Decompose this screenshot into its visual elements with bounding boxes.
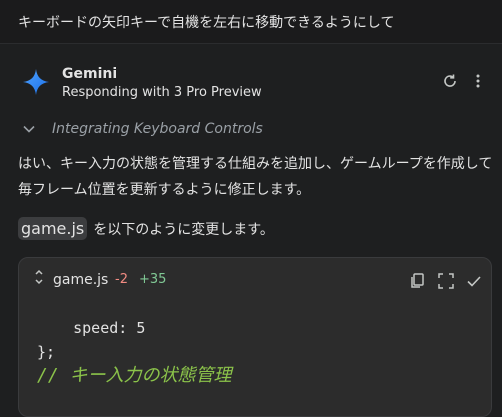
file-reference-line: game.js を以下のように変更します。 — [18, 217, 274, 240]
copy-icon[interactable] — [409, 272, 427, 290]
gemini-sparkle-icon — [23, 69, 49, 95]
additions-count: +35 — [139, 272, 167, 287]
code-block-header: game.js -2 +35 — [19, 258, 491, 306]
unfold-icon[interactable] — [33, 268, 45, 286]
code-block: game.js -2 +35 speed: 5}; // キー入力の状態管理 — [18, 257, 492, 417]
model-subtitle: Responding with 3 Pro Preview — [62, 85, 262, 100]
code-line: speed: 5 — [37, 319, 146, 337]
user-prompt-text: キーボードの矢印キーで自機を左右に移動できるようにして — [18, 14, 395, 31]
more-vert-icon — [476, 74, 480, 88]
file-suffix-text: を以下のように変更します。 — [93, 221, 274, 238]
code-filename: game.js — [53, 272, 109, 288]
chevron-down-icon — [23, 125, 35, 133]
thinking-label: Integrating Keyboard Controls — [52, 121, 263, 137]
response-header: Gemini Responding with 3 Pro Preview — [0, 62, 502, 104]
refresh-button[interactable] — [439, 70, 461, 92]
refresh-icon — [444, 74, 456, 87]
response-paragraph: はい、キー入力の状態を管理する仕組みを追加し、ゲームループを作成して毎フレーム位… — [18, 156, 493, 198]
code-line: }; — [37, 343, 56, 361]
code-comment-line: // キー入力の状態管理 — [37, 365, 232, 386]
model-name: Gemini — [62, 66, 118, 82]
more-options-button[interactable] — [467, 70, 489, 92]
user-prompt: キーボードの矢印キーで自機を左右に移動できるようにして — [0, 0, 502, 44]
fullscreen-icon[interactable] — [437, 272, 455, 290]
file-chip[interactable]: game.js — [18, 217, 88, 240]
deletions-count: -2 — [115, 272, 128, 287]
thinking-toggle[interactable]: Integrating Keyboard Controls — [22, 119, 263, 139]
check-icon[interactable] — [465, 272, 483, 290]
code-content: speed: 5}; // キー入力の状態管理 — [37, 316, 232, 388]
